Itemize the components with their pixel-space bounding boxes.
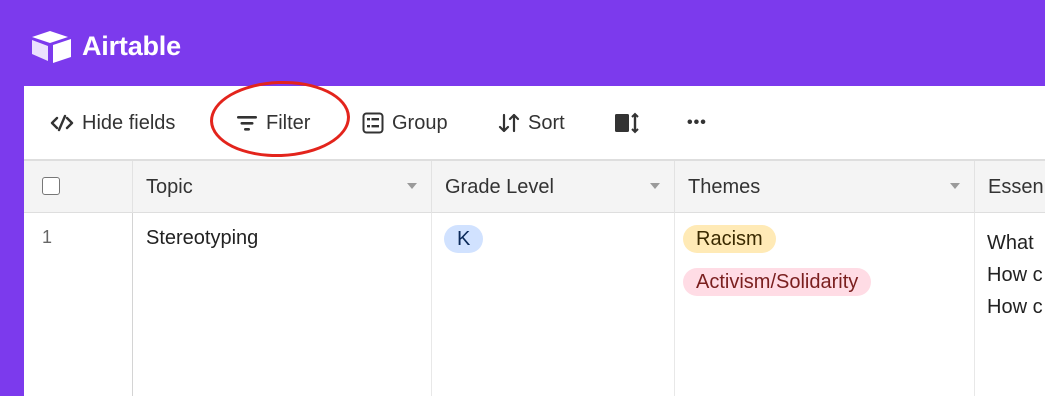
view-toolbar: Hide fields Filter Group Sort ••• — [24, 78, 1045, 160]
group-label: Group — [392, 111, 448, 134]
data-grid: Topic Grade Level Themes Essen 1 Stereot… — [24, 159, 1045, 396]
airtable-logo-icon — [32, 31, 71, 63]
table-row[interactable]: 1 Stereotyping K Racism Activism/Solidar… — [24, 213, 1045, 396]
hide-fields-icon — [50, 114, 74, 132]
group-button[interactable]: Group — [362, 106, 448, 140]
header-row: Topic Grade Level Themes Essen — [24, 159, 1045, 213]
hide-fields-button[interactable]: Hide fields — [50, 106, 175, 140]
topic-value: Stereotyping — [146, 227, 259, 249]
select-all-checkbox[interactable] — [42, 177, 60, 195]
sort-icon — [498, 113, 520, 133]
sort-label: Sort — [528, 111, 565, 134]
column-header-grade-level[interactable]: Grade Level — [432, 161, 675, 213]
more-icon: ••• — [687, 114, 707, 131]
row-height-icon — [615, 112, 639, 134]
column-header-themes[interactable]: Themes — [675, 161, 975, 213]
theme-tag-racism: Racism — [683, 225, 776, 253]
chevron-down-icon[interactable] — [407, 183, 417, 189]
row-height-button[interactable] — [614, 106, 640, 140]
group-icon — [362, 112, 384, 134]
column-header-label: Themes — [688, 175, 761, 198]
grade-level-tag: K — [444, 225, 484, 253]
theme-tag-activism: Activism/Solidarity — [683, 268, 872, 296]
row-number: 1 — [42, 227, 53, 247]
column-header-label: Grade Level — [445, 175, 554, 198]
table-panel: Hide fields Filter Group Sort ••• Topic … — [24, 78, 1045, 396]
topic-cell[interactable]: Stereotyping — [133, 213, 432, 396]
row-number-cell: 1 — [24, 213, 133, 396]
column-header-label: Topic — [146, 175, 193, 198]
app-name: Airtable — [82, 30, 181, 61]
column-header-topic[interactable]: Topic — [133, 161, 432, 213]
select-all-cell — [24, 161, 133, 213]
essential-line: How c — [987, 296, 1043, 318]
filter-highlight-ring — [208, 78, 352, 160]
sort-button[interactable]: Sort — [498, 106, 565, 140]
more-options-button[interactable]: ••• — [687, 106, 707, 140]
essential-question-cell[interactable]: What How c How c — [975, 213, 1045, 396]
hide-fields-label: Hide fields — [82, 111, 176, 134]
themes-cell[interactable]: Racism Activism/Solidarity — [675, 213, 975, 396]
essential-line: What — [987, 232, 1034, 254]
app-header: Airtable Hide fields Filter Group Sort •… — [0, 0, 1045, 396]
chevron-down-icon[interactable] — [950, 183, 960, 189]
column-header-essential[interactable]: Essen — [975, 161, 1045, 213]
chevron-down-icon[interactable] — [650, 183, 660, 189]
column-header-label: Essen — [988, 175, 1044, 198]
essential-question-text: What How c How c — [987, 227, 1043, 323]
essential-line: How c — [987, 264, 1043, 286]
grade-level-cell[interactable]: K — [432, 213, 675, 396]
airtable-logo[interactable]: Airtable — [30, 28, 181, 64]
